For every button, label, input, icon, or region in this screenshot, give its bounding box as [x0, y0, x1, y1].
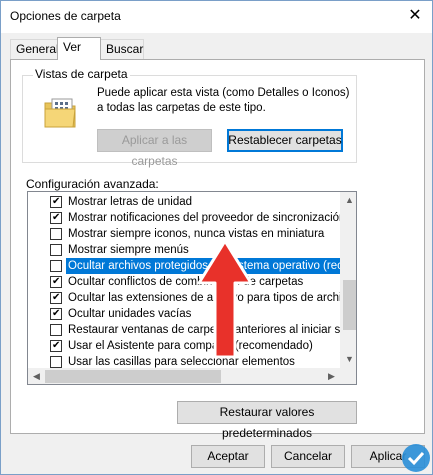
folder-options-dialog: Opciones de carpeta ✕ General Ver Buscar… — [0, 0, 433, 475]
scroll-up-icon[interactable]: ▲ — [341, 192, 356, 209]
checkbox[interactable] — [50, 210, 62, 226]
tab-ver[interactable]: Ver — [57, 37, 101, 60]
checkbox[interactable] — [50, 338, 62, 354]
cancel-button[interactable]: Cancelar — [271, 445, 345, 468]
folder-views-description: Puede aplicar esta vista (como Detalles … — [97, 87, 350, 114]
list-item[interactable]: Mostrar letras de unidad — [28, 194, 340, 210]
horizontal-scroll-thumb[interactable] — [45, 370, 221, 383]
checkbox[interactable] — [50, 260, 62, 272]
list-item[interactable]: Ocultar unidades vacías — [28, 306, 340, 322]
vertical-scrollbar[interactable]: ▲ ▼ — [340, 192, 356, 368]
dialog-title: Opciones de carpeta — [10, 9, 121, 23]
scrollbar-corner — [340, 368, 356, 384]
apply-to-folders-button[interactable]: Aplicar a las carpetas — [97, 129, 212, 168]
folder-views-label: Vistas de carpeta — [33, 67, 130, 81]
tab-buscar[interactable]: Buscar — [100, 39, 144, 59]
scroll-down-icon[interactable]: ▼ — [341, 351, 356, 368]
ok-button[interactable]: Aceptar — [191, 445, 265, 468]
watermark-logo-icon — [402, 444, 430, 472]
list-item[interactable]: Mostrar notificaciones del proveedor de … — [28, 210, 340, 226]
list-item[interactable]: Restaurar ventanas de carpetas anteriore… — [28, 322, 340, 338]
checkbox[interactable] — [50, 290, 62, 306]
list-item[interactable]: Ocultar conflictos de combinación de car… — [28, 274, 340, 290]
tab-general[interactable]: General — [10, 39, 59, 59]
checkbox[interactable] — [50, 306, 62, 322]
checkbox[interactable] — [50, 324, 62, 336]
close-icon[interactable]: ✕ — [405, 6, 425, 26]
scroll-left-icon[interactable]: ◀ — [28, 368, 45, 384]
checkbox[interactable] — [50, 274, 62, 290]
advanced-settings-list[interactable]: Mostrar letras de unidad Mostrar notific… — [27, 191, 357, 385]
checkbox[interactable] — [50, 244, 62, 256]
list-item[interactable]: Usar el Asistente para compartir (recome… — [28, 338, 340, 354]
restore-defaults-button[interactable]: Restaurar valores predeterminados — [177, 401, 357, 440]
list-item[interactable]: Mostrar siempre menús — [28, 242, 340, 258]
folder-icon — [44, 98, 76, 128]
advanced-settings-label: Configuración avanzada: — [26, 177, 159, 191]
reset-folders-button[interactable]: Restablecer carpetas — [227, 129, 343, 152]
scroll-right-icon[interactable]: ▶ — [323, 368, 340, 384]
checkbox[interactable] — [50, 228, 62, 240]
vertical-scroll-thumb[interactable] — [343, 280, 356, 330]
checkbox[interactable] — [50, 356, 62, 368]
title-bar: Opciones de carpeta ✕ — [1, 1, 432, 33]
horizontal-scrollbar[interactable]: ◀ ▶ — [28, 368, 340, 384]
list-item[interactable]: Mostrar siempre iconos, nunca vistas en … — [28, 226, 340, 242]
checkbox[interactable] — [50, 194, 62, 210]
list-item-selected[interactable]: Ocultar archivos protegidos del sistema … — [28, 258, 340, 274]
list-item[interactable]: Ocultar las extensiones de archivo para … — [28, 290, 340, 306]
